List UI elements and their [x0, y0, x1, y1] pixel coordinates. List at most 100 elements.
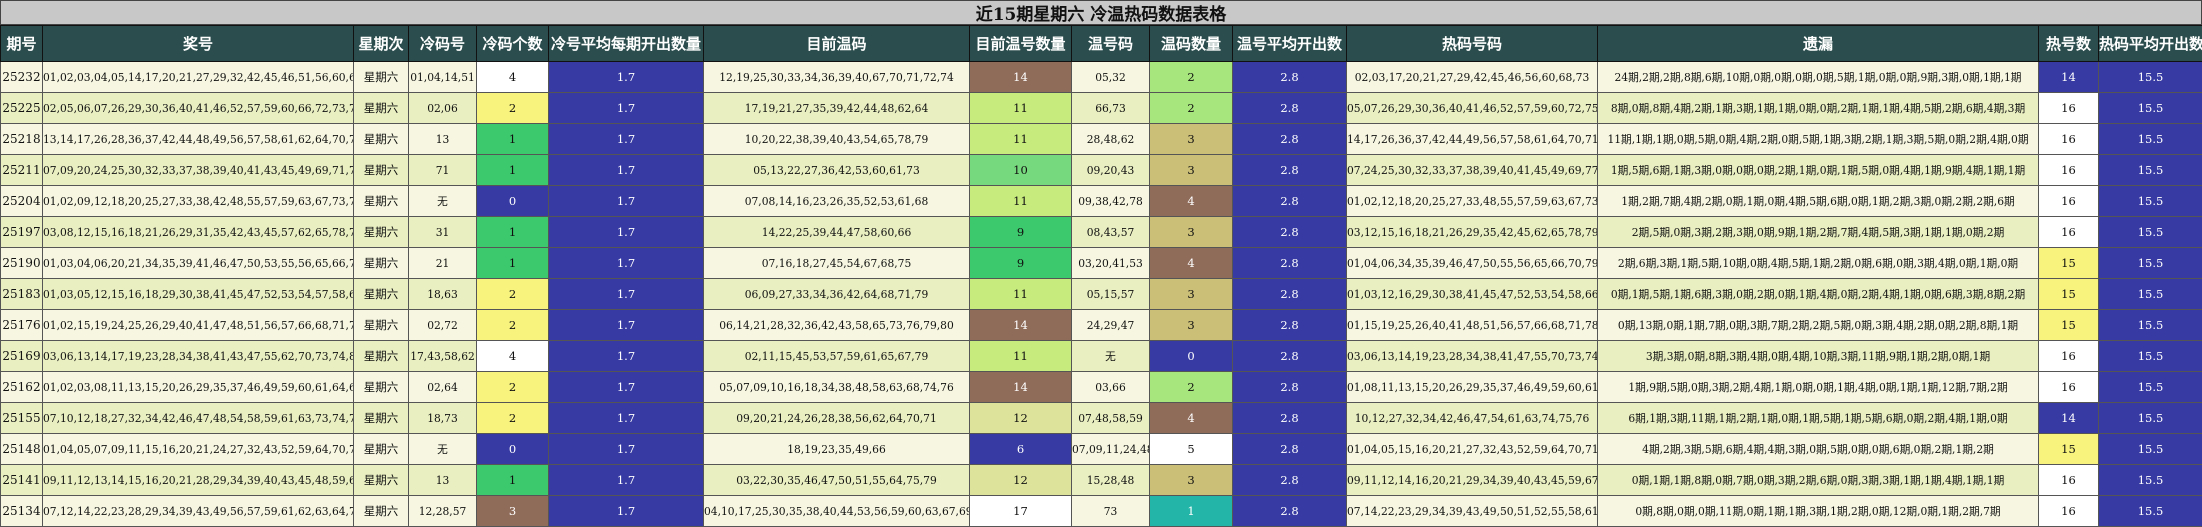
column-header[interactable]: 奖号	[42, 25, 354, 62]
cell-reavg: 15.5	[2098, 309, 2202, 341]
cell-wenmashu: 3	[1149, 154, 1233, 186]
column-header[interactable]: 温码数量	[1149, 25, 1233, 62]
cell-wenavg: 2.8	[1232, 371, 1347, 403]
column-header[interactable]: 遗漏	[1597, 25, 2039, 62]
table-row[interactable]: 25176 01,02,15,19,24,25,26,29,40,41,47,48…	[0, 309, 2202, 341]
cell-lengavg: 1.7	[548, 309, 704, 341]
column-header[interactable]: 热码平均开出数	[2098, 25, 2202, 62]
cell-rema: 01,04,06,34,35,39,46,47,50,55,56,65,66,7…	[1346, 247, 1598, 279]
cell-lengma: 17,43,58,62	[408, 340, 477, 372]
table-row[interactable]: 25148 01,04,05,07,09,11,15,16,20,21,24,27…	[0, 433, 2202, 465]
cell-rema: 07,14,22,23,29,34,39,43,49,50,51,52,55,5…	[1346, 495, 1598, 527]
cell-lengma: 21	[408, 247, 477, 279]
cell-lengshu: 1	[476, 154, 549, 186]
table-row[interactable]: 25218 13,14,17,26,28,36,37,42,44,48,49,56…	[0, 123, 2202, 155]
cell-wenavg: 2.8	[1232, 495, 1347, 527]
cell-wenshu: 9	[969, 247, 1072, 279]
cell-jianghao: 01,02,15,19,24,25,26,29,40,41,47,48,51,5…	[42, 309, 354, 341]
cell-reshu: 16	[2038, 340, 2099, 372]
cell-jianghao: 09,11,12,13,14,15,16,20,21,28,29,34,39,4…	[42, 464, 354, 496]
table-row[interactable]: 25134 07,12,14,22,23,28,29,34,39,43,49,56…	[0, 495, 2202, 527]
cell-xingqi: 星期六	[353, 309, 409, 341]
data-table: 期号 奖号 星期次 冷码号 冷码个数 冷号平均每期开出数量 目前温码 目前温号数量 温号码 温码数…	[0, 25, 2202, 527]
column-header[interactable]: 热号数	[2038, 25, 2099, 62]
column-header[interactable]: 期号	[0, 25, 43, 62]
cell-reshu: 16	[2038, 216, 2099, 248]
cell-wenshu: 11	[969, 278, 1072, 310]
cell-lengma: 71	[408, 154, 477, 186]
cell-lengshu: 1	[476, 216, 549, 248]
cell-lengavg: 1.7	[548, 433, 704, 465]
cell-yilou: 1期,2期,7期,4期,2期,0期,1期,0期,4期,5期,6期,0期,1期,2…	[1597, 185, 2039, 217]
column-header[interactable]: 热码号码	[1346, 25, 1598, 62]
cell-xingqi: 星期六	[353, 123, 409, 155]
cell-jianghao: 01,02,03,04,05,14,17,20,21,27,29,32,42,4…	[42, 61, 354, 93]
cell-lengavg: 1.7	[548, 154, 704, 186]
cell-wenma: 07,08,14,16,23,26,35,52,53,61,68	[703, 185, 970, 217]
cell-wenshu: 11	[969, 185, 1072, 217]
cell-qihao: 25141	[0, 464, 43, 496]
cell-yilou: 2期,5期,0期,3期,2期,3期,0期,9期,1期,2期,7期,4期,5期,3…	[1597, 216, 2039, 248]
column-header[interactable]: 目前温号数量	[969, 25, 1072, 62]
cell-wenhao: 08,43,57	[1071, 216, 1150, 248]
cell-yilou: 4期,2期,3期,5期,6期,4期,4期,3期,0期,5期,0期,0期,6期,0…	[1597, 433, 2039, 465]
column-header[interactable]: 温号平均开出数	[1232, 25, 1347, 62]
cell-rema: 07,24,25,30,32,33,37,38,39,40,41,45,49,6…	[1346, 154, 1598, 186]
cell-rema: 03,06,13,14,19,23,28,34,38,41,47,55,70,7…	[1346, 340, 1598, 372]
table-row[interactable]: 25211 07,09,20,24,25,30,32,33,37,38,39,40…	[0, 154, 2202, 186]
cell-wenhao: 无	[1071, 340, 1150, 372]
cell-wenhao: 24,29,47	[1071, 309, 1150, 341]
cell-wenshu: 6	[969, 433, 1072, 465]
column-header[interactable]: 冷码号	[408, 25, 477, 62]
cell-wenmashu: 3	[1149, 464, 1233, 496]
table-row[interactable]: 25232 01,02,03,04,05,14,17,20,21,27,29,32…	[0, 61, 2202, 93]
cell-wenma: 05,07,09,10,16,18,34,38,48,58,63,68,74,7…	[703, 371, 970, 403]
cell-wenhao: 07,09,11,24,48	[1071, 433, 1150, 465]
cell-wenavg: 2.8	[1232, 61, 1347, 93]
cell-wenavg: 2.8	[1232, 464, 1347, 496]
cell-wenmashu: 4	[1149, 247, 1233, 279]
column-header[interactable]: 目前温码	[703, 25, 970, 62]
table-row[interactable]: 25190 01,03,04,06,20,21,34,35,39,41,46,47…	[0, 247, 2202, 279]
cell-wenma: 14,22,25,39,44,47,58,60,66	[703, 216, 970, 248]
cell-wenmashu: 4	[1149, 402, 1233, 434]
cell-xingqi: 星期六	[353, 247, 409, 279]
cell-reavg: 15.5	[2098, 216, 2202, 248]
table-row[interactable]: 25225 02,05,06,07,26,29,30,36,40,41,46,52…	[0, 92, 2202, 124]
cell-rema: 09,11,12,14,16,20,21,29,34,39,40,43,45,5…	[1346, 464, 1598, 496]
column-header[interactable]: 冷号平均每期开出数量	[548, 25, 704, 62]
cell-wenma: 07,16,18,27,45,54,67,68,75	[703, 247, 970, 279]
cell-reavg: 15.5	[2098, 278, 2202, 310]
cell-lengma: 01,04,14,51	[408, 61, 477, 93]
cell-xingqi: 星期六	[353, 185, 409, 217]
cell-wenmashu: 3	[1149, 309, 1233, 341]
table-row[interactable]: 25155 07,10,12,18,27,32,34,42,46,47,48,54…	[0, 402, 2202, 434]
cell-yilou: 2期,6期,3期,1期,5期,10期,0期,4期,5期,1期,2期,0期,6期,…	[1597, 247, 2039, 279]
table-row[interactable]: 25204 01,02,09,12,18,20,25,27,33,38,42,48…	[0, 185, 2202, 217]
table-row[interactable]: 25141 09,11,12,13,14,15,16,20,21,28,29,34…	[0, 464, 2202, 496]
cell-rema: 01,15,19,25,26,40,41,48,51,56,57,66,68,7…	[1346, 309, 1598, 341]
cell-yilou: 0期,1期,1期,8期,0期,7期,0期,3期,2期,6期,0期,3期,3期,1…	[1597, 464, 2039, 496]
column-header[interactable]: 星期次	[353, 25, 409, 62]
cell-rema: 01,02,12,18,20,25,27,33,48,55,57,59,63,6…	[1346, 185, 1598, 217]
cell-wenmashu: 2	[1149, 92, 1233, 124]
cell-wenavg: 2.8	[1232, 433, 1347, 465]
column-header[interactable]: 冷码个数	[476, 25, 549, 62]
cell-jianghao: 07,09,20,24,25,30,32,33,37,38,39,40,41,4…	[42, 154, 354, 186]
cell-jianghao: 13,14,17,26,28,36,37,42,44,48,49,56,57,5…	[42, 123, 354, 155]
cell-wenmashu: 0	[1149, 340, 1233, 372]
table-row[interactable]: 25183 01,03,05,12,15,16,18,29,30,38,41,45…	[0, 278, 2202, 310]
table-row[interactable]: 25197 03,08,12,15,16,18,21,26,29,31,35,42…	[0, 216, 2202, 248]
cell-wenhao: 03,66	[1071, 371, 1150, 403]
cell-qihao: 25134	[0, 495, 43, 527]
cell-xingqi: 星期六	[353, 464, 409, 496]
cell-rema: 10,12,27,32,34,42,46,47,54,61,63,74,75,7…	[1346, 402, 1598, 434]
cell-wenma: 09,20,21,24,26,28,38,56,62,64,70,71	[703, 402, 970, 434]
table-row[interactable]: 25169 03,06,13,14,17,19,23,28,34,38,41,43…	[0, 340, 2202, 372]
table-row[interactable]: 25162 01,02,03,08,11,13,15,20,26,29,35,37…	[0, 371, 2202, 403]
cell-wenshu: 14	[969, 371, 1072, 403]
cell-qihao: 25204	[0, 185, 43, 217]
cell-lengshu: 3	[476, 495, 549, 527]
cell-wenmashu: 2	[1149, 61, 1233, 93]
column-header[interactable]: 温号码	[1071, 25, 1150, 62]
